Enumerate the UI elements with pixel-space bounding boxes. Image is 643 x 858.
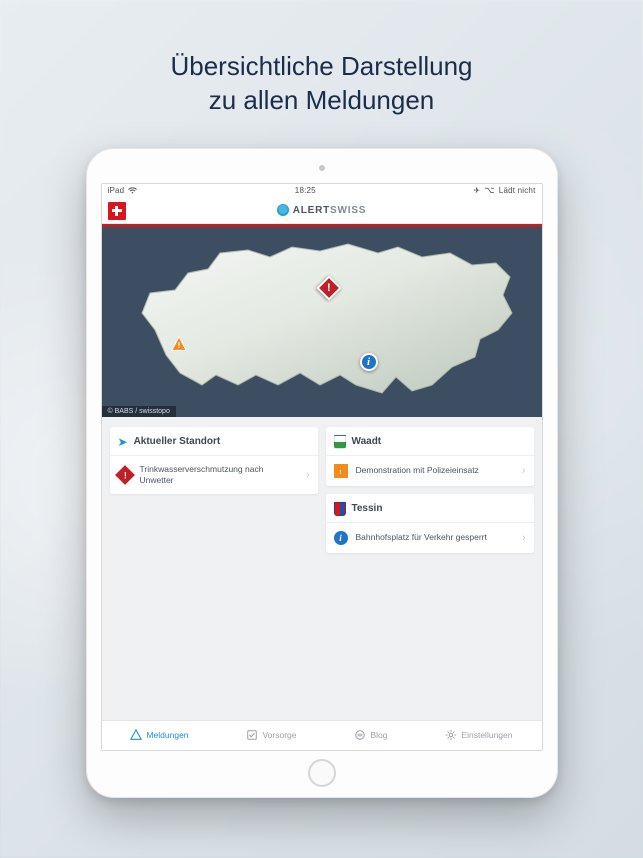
brand-text: ALERTSWISS	[293, 205, 367, 216]
brand: ALERTSWISS	[277, 204, 367, 216]
airplane-icon: ✈︎	[473, 186, 480, 195]
alert-item-bahnhof[interactable]: i Bahnhofsplatz für Verkehr gesperrt ›	[326, 523, 534, 553]
canton-flag-waadt-icon	[334, 435, 346, 449]
brand-suffix: SWISS	[330, 205, 366, 216]
danger-icon: !	[115, 465, 135, 485]
status-time: 18:25	[295, 186, 316, 195]
home-button[interactable]	[308, 759, 336, 787]
marker-danger-icon: !	[327, 282, 331, 294]
triangle-warning-icon: !	[171, 336, 187, 352]
map-attribution: © BABS / swisstopo	[102, 406, 176, 417]
app-header: ALERTSWISS	[102, 198, 542, 224]
tab-vorsorge[interactable]: Vorsorge	[246, 729, 296, 741]
chevron-right-icon: ›	[306, 469, 310, 481]
brand-icon	[277, 204, 289, 216]
alerts-icon	[130, 729, 142, 741]
card-head-location: ➤ Aktueller Standort	[110, 427, 318, 455]
card-tessin: Tessin i Bahnhofsplatz für Verkehr gespe…	[326, 494, 534, 553]
location-arrow-icon: ➤	[118, 435, 128, 449]
tab-label: Blog	[370, 730, 387, 740]
tab-blog[interactable]: Blog	[354, 729, 387, 741]
ipad-device: iPad 18:25 ✈︎ ⌥ Lädt nicht ALERTSWISS	[86, 148, 558, 798]
map[interactable]: ! ! i © BABS / swisstopo	[102, 227, 542, 417]
info-icon: i	[334, 531, 348, 545]
card-current-location: ➤ Aktueller Standort ! Trinkwasserversch…	[110, 427, 318, 494]
tab-einstellungen[interactable]: Einstellungen	[445, 729, 512, 741]
page-title-line2: zu allen Meldungen	[209, 85, 435, 115]
alert-text: Demonstration mit Polizeieinsatz	[356, 465, 514, 476]
chevron-right-icon: ›	[522, 532, 526, 544]
alert-text: Trinkwasserverschmutzung nach Unwetter	[140, 464, 298, 486]
alert-text: Bahnhofsplatz für Verkehr gesperrt	[356, 532, 514, 543]
swiss-flag-icon	[108, 202, 126, 220]
column-left: ➤ Aktueller Standort ! Trinkwasserversch…	[110, 427, 318, 710]
switzerland-shape	[120, 235, 530, 405]
column-right: Waadt ! Demonstration mit Polizeieinsatz…	[326, 427, 534, 710]
warning-icon: !	[334, 464, 348, 478]
wifi-icon	[128, 187, 137, 194]
checklist-icon	[246, 729, 258, 741]
card-title-location: Aktueller Standort	[134, 436, 221, 447]
card-waadt: Waadt ! Demonstration mit Polizeieinsatz…	[326, 427, 534, 486]
status-right: ✈︎ ⌥ Lädt nicht	[473, 185, 535, 196]
page-title: Übersichtliche Darstellung zu allen Meld…	[0, 0, 643, 148]
page-title-line1: Übersichtliche Darstellung	[170, 51, 472, 81]
tab-meldungen[interactable]: Meldungen	[130, 729, 188, 741]
tab-bar: Meldungen Vorsorge Blog Einstellungen	[102, 720, 542, 750]
tab-label: Einstellungen	[461, 730, 512, 740]
canton-flag-tessin-icon	[334, 502, 346, 516]
card-head-waadt: Waadt	[326, 427, 534, 455]
card-head-tessin: Tessin	[326, 494, 534, 522]
gear-icon	[445, 729, 457, 741]
card-title-waadt: Waadt	[352, 436, 382, 447]
status-left: iPad	[108, 186, 138, 195]
device-label: iPad	[108, 186, 125, 195]
svg-text:!: !	[340, 470, 342, 476]
brand-prefix: ALERT	[293, 205, 330, 216]
marker-info-icon: i	[367, 356, 370, 368]
screen: iPad 18:25 ✈︎ ⌥ Lädt nicht ALERTSWISS	[101, 183, 543, 751]
status-bar: iPad 18:25 ✈︎ ⌥ Lädt nicht	[102, 184, 542, 198]
svg-text:!: !	[177, 341, 180, 350]
charge-label: Lädt nicht	[499, 186, 536, 195]
body-area: ➤ Aktueller Standort ! Trinkwasserversch…	[102, 417, 542, 720]
blog-icon	[354, 729, 366, 741]
chevron-right-icon: ›	[522, 465, 526, 477]
card-title-tessin: Tessin	[352, 503, 383, 514]
tab-label: Vorsorge	[262, 730, 296, 740]
map-marker-warning[interactable]: !	[170, 335, 188, 353]
tab-label: Meldungen	[146, 730, 188, 740]
alert-item-demo[interactable]: ! Demonstration mit Polizeieinsatz ›	[326, 456, 534, 486]
bluetooth-icon: ⌥	[484, 185, 495, 196]
map-marker-info[interactable]: i	[360, 353, 378, 371]
alert-item-water[interactable]: ! Trinkwasserverschmutzung nach Unwetter…	[110, 456, 318, 494]
